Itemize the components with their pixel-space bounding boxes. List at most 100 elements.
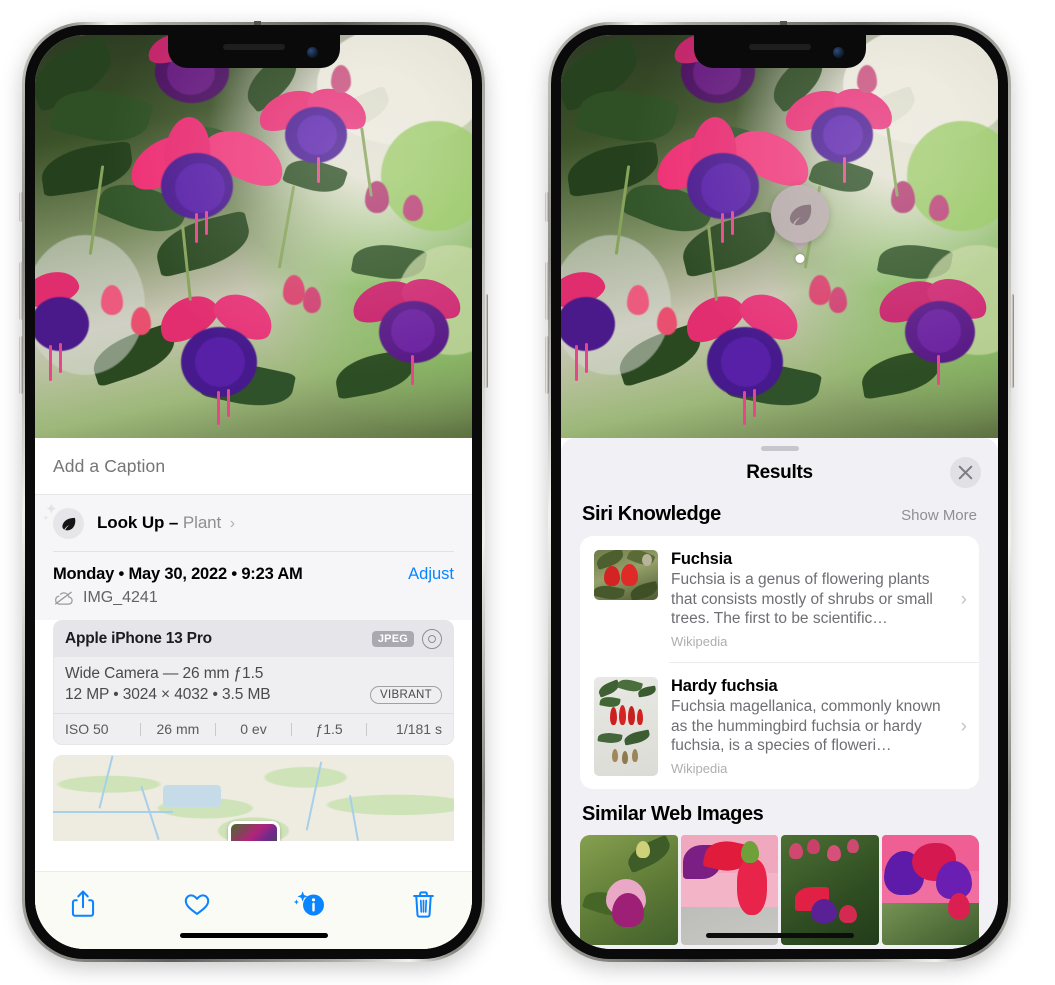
device-notch bbox=[693, 35, 866, 68]
location-map-strip[interactable] bbox=[53, 755, 454, 841]
adjust-button[interactable]: Adjust bbox=[408, 565, 454, 584]
section-title: Similar Web Images bbox=[582, 803, 764, 826]
raw-circle-icon[interactable] bbox=[422, 629, 442, 649]
right-screen: Results Siri Knowledge Show More Fuchsia… bbox=[561, 35, 998, 949]
leaf-icon: ✦ ✦ bbox=[42, 502, 84, 539]
volume-down-button[interactable] bbox=[19, 336, 23, 394]
power-button[interactable] bbox=[1010, 294, 1014, 388]
trash-icon bbox=[413, 890, 435, 918]
volume-down-button[interactable] bbox=[545, 336, 549, 394]
exif-shutter-speed: 1/181 s bbox=[396, 721, 442, 737]
camera-card-header: Apple iPhone 13 Pro JPEG bbox=[54, 621, 453, 657]
similar-image-tile[interactable] bbox=[680, 835, 778, 946]
favorite-button[interactable] bbox=[175, 884, 219, 924]
exif-row: ISO 50 26 mm 0 ev ƒ1.5 1/181 s bbox=[54, 713, 453, 744]
visual-look-up-badge[interactable] bbox=[771, 185, 829, 263]
similar-images-strip[interactable] bbox=[561, 835, 998, 946]
share-button[interactable] bbox=[61, 884, 105, 924]
exif-exposure-bias: 0 ev bbox=[240, 721, 267, 737]
exif-focal-length: 26 mm bbox=[156, 721, 200, 737]
similar-image-tile[interactable] bbox=[781, 835, 879, 946]
earpiece-speaker bbox=[748, 44, 811, 50]
result-title: Fuchsia bbox=[671, 550, 732, 568]
siri-knowledge-header: Siri Knowledge Show More bbox=[561, 495, 998, 536]
device-bezel: ✦ ✦ Look Up – Plant › bbox=[25, 25, 482, 959]
left-iphone-device: ✦ ✦ Look Up – Plant › bbox=[19, 21, 488, 962]
home-indicator[interactable] bbox=[705, 933, 854, 938]
fuchsia-thumbnail bbox=[594, 550, 658, 600]
results-sheet: Results Siri Knowledge Show More Fuchsia… bbox=[561, 438, 998, 949]
date-row: Monday • May 30, 2022 • 9:23 AM Adjust bbox=[53, 552, 454, 584]
similar-image-tile[interactable] bbox=[881, 835, 979, 946]
similar-image-tile[interactable] bbox=[580, 835, 678, 946]
similar-web-images-header: Similar Web Images bbox=[561, 789, 998, 835]
filename-row: IMG_4241 bbox=[53, 584, 454, 620]
photo-metadata-block: Monday • May 30, 2022 • 9:23 AM Adjust I… bbox=[35, 552, 472, 620]
front-camera-icon bbox=[306, 47, 318, 58]
close-button[interactable] bbox=[950, 457, 981, 488]
caption-input[interactable] bbox=[53, 455, 454, 477]
result-source: Wikipedia bbox=[671, 634, 728, 650]
screenshot-canvas: ✦ ✦ Look Up – Plant › bbox=[0, 0, 1055, 985]
info-button[interactable] bbox=[288, 884, 332, 924]
knowledge-text: Fuchsia Fuchsia is a genus of flowering … bbox=[671, 550, 946, 649]
sparkle-small-icon: ✦ bbox=[42, 512, 50, 523]
sheet-title: Results bbox=[746, 462, 813, 483]
knowledge-text: Hardy fuchsia Fuchsia magellanica, commo… bbox=[671, 677, 946, 776]
camera-model: Apple iPhone 13 Pro bbox=[65, 630, 212, 647]
visual-look-up-anchor-dot bbox=[795, 254, 805, 263]
close-icon bbox=[958, 465, 973, 480]
chevron-right-icon: › bbox=[229, 515, 236, 532]
heart-icon bbox=[184, 894, 209, 915]
look-up-title: Look Up – bbox=[97, 513, 179, 532]
exif-iso: ISO 50 bbox=[65, 721, 109, 737]
delete-button[interactable] bbox=[402, 884, 446, 924]
results-header: Results bbox=[561, 451, 998, 495]
chevron-right-icon: › bbox=[960, 588, 967, 610]
device-bezel: Results Siri Knowledge Show More Fuchsia… bbox=[551, 25, 1008, 959]
hardy-fuchsia-thumbnail bbox=[594, 677, 658, 777]
exif-aperture: ƒ1.5 bbox=[315, 721, 343, 737]
siri-knowledge-card-group: Fuchsia Fuchsia is a genus of flowering … bbox=[580, 536, 979, 790]
format-badge: JPEG bbox=[371, 631, 414, 647]
power-button[interactable] bbox=[484, 294, 488, 388]
location-thumbnail-pin bbox=[227, 821, 280, 841]
right-iphone-device: Results Siri Knowledge Show More Fuchsia… bbox=[545, 21, 1014, 962]
left-screen: ✦ ✦ Look Up – Plant › bbox=[35, 35, 472, 949]
home-indicator[interactable] bbox=[179, 933, 328, 938]
mute-switch[interactable] bbox=[545, 192, 549, 222]
result-description: Fuchsia magellanica, commonly known as t… bbox=[671, 698, 941, 755]
photo-info-sheet: ✦ ✦ Look Up – Plant › bbox=[35, 438, 472, 949]
capture-date: Monday • May 30, 2022 • 9:23 AM bbox=[53, 565, 303, 583]
camera-details-card[interactable]: Apple iPhone 13 Pro JPEG Wide Camera — 2… bbox=[53, 620, 454, 745]
file-name: IMG_4241 bbox=[83, 589, 158, 606]
volume-up-button[interactable] bbox=[19, 262, 23, 320]
knowledge-result-row[interactable]: Hardy fuchsia Fuchsia magellanica, commo… bbox=[580, 663, 979, 789]
resolution-info: 12 MP • 3024 × 4032 • 3.5 MB bbox=[65, 686, 271, 703]
lens-info: Wide Camera — 26 mm ƒ1.5 bbox=[65, 665, 264, 682]
chevron-right-icon: › bbox=[960, 715, 967, 737]
camera-card-body: Wide Camera — 26 mm ƒ1.5 12 MP • 3024 × … bbox=[54, 657, 453, 713]
look-up-block: ✦ ✦ Look Up – Plant › bbox=[35, 494, 472, 552]
section-title: Siri Knowledge bbox=[582, 503, 721, 525]
cloud-slash-icon bbox=[55, 591, 73, 605]
look-up-row[interactable]: ✦ ✦ Look Up – Plant › bbox=[35, 495, 472, 551]
volume-up-button[interactable] bbox=[545, 262, 549, 320]
fuchsia-photo-right[interactable] bbox=[561, 35, 998, 438]
show-more-button[interactable]: Show More bbox=[901, 507, 977, 524]
device-notch bbox=[167, 35, 340, 68]
knowledge-result-row[interactable]: Fuchsia Fuchsia is a genus of flowering … bbox=[580, 536, 979, 662]
caption-row[interactable] bbox=[35, 438, 472, 494]
leaf-icon bbox=[771, 185, 829, 243]
result-description: Fuchsia is a genus of flowering plants t… bbox=[671, 571, 933, 628]
result-title: Hardy fuchsia bbox=[671, 677, 778, 696]
fuchsia-photo-left[interactable] bbox=[35, 35, 472, 438]
earpiece-speaker bbox=[222, 44, 285, 50]
look-up-label: Look Up – Plant › bbox=[97, 513, 235, 533]
share-icon bbox=[71, 890, 95, 917]
look-up-subject: Plant bbox=[182, 513, 222, 532]
front-camera-icon bbox=[832, 47, 844, 58]
info-sparkle-icon bbox=[294, 891, 325, 916]
photographic-style-badge: VIBRANT bbox=[370, 686, 442, 704]
mute-switch[interactable] bbox=[19, 192, 23, 222]
